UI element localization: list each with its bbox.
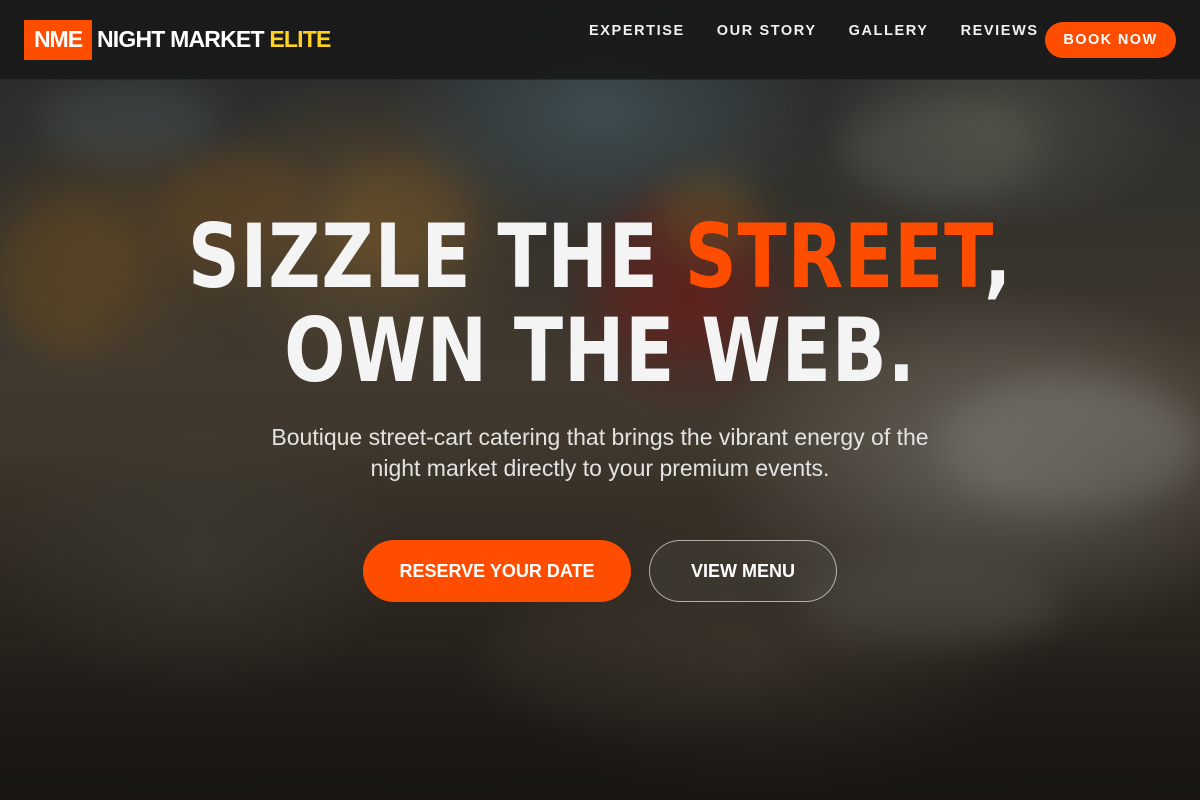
brand-accent: ELITE (269, 26, 331, 52)
hero-cta-row: RESERVE YOUR DATE VIEW MENU (0, 540, 1200, 602)
nav-link-our-story[interactable]: OUR STORY (717, 23, 817, 39)
reserve-date-button[interactable]: RESERVE YOUR DATE (363, 540, 631, 602)
nav-link-reviews[interactable]: REVIEWS (961, 23, 1039, 39)
main-nav: EXPERTISE OUR STORY GALLERY REVIEWS (589, 23, 1071, 39)
headline-line1-start: SIZZLE THE (187, 205, 685, 308)
view-menu-button[interactable]: VIEW MENU (649, 540, 837, 602)
brand-name: NIGHT MARKET ELITE (97, 26, 331, 52)
brand-badge: NME (24, 19, 92, 60)
hero-subtitle: Boutique street-cart catering that bring… (271, 424, 929, 481)
site-header: NME NIGHT MARKET ELITE EXPERTISE OUR STO… (0, 0, 1200, 80)
hero-section: SIZZLE THE STREET, OWN THE WEB. Boutique… (0, 210, 1200, 602)
headline-line1-end: , (983, 205, 1013, 308)
brand-logo-link[interactable]: NME NIGHT MARKET ELITE (24, 19, 331, 60)
nav-link-gallery[interactable]: GALLERY (849, 23, 929, 39)
book-now-button[interactable]: BOOK NOW (1045, 22, 1176, 58)
nav-link-expertise[interactable]: EXPERTISE (589, 23, 685, 39)
headline-highlight: STREET (684, 205, 984, 308)
hero-headline: SIZZLE THE STREET, OWN THE WEB. (108, 210, 1092, 398)
headline-line2: OWN THE WEB. (284, 299, 916, 402)
